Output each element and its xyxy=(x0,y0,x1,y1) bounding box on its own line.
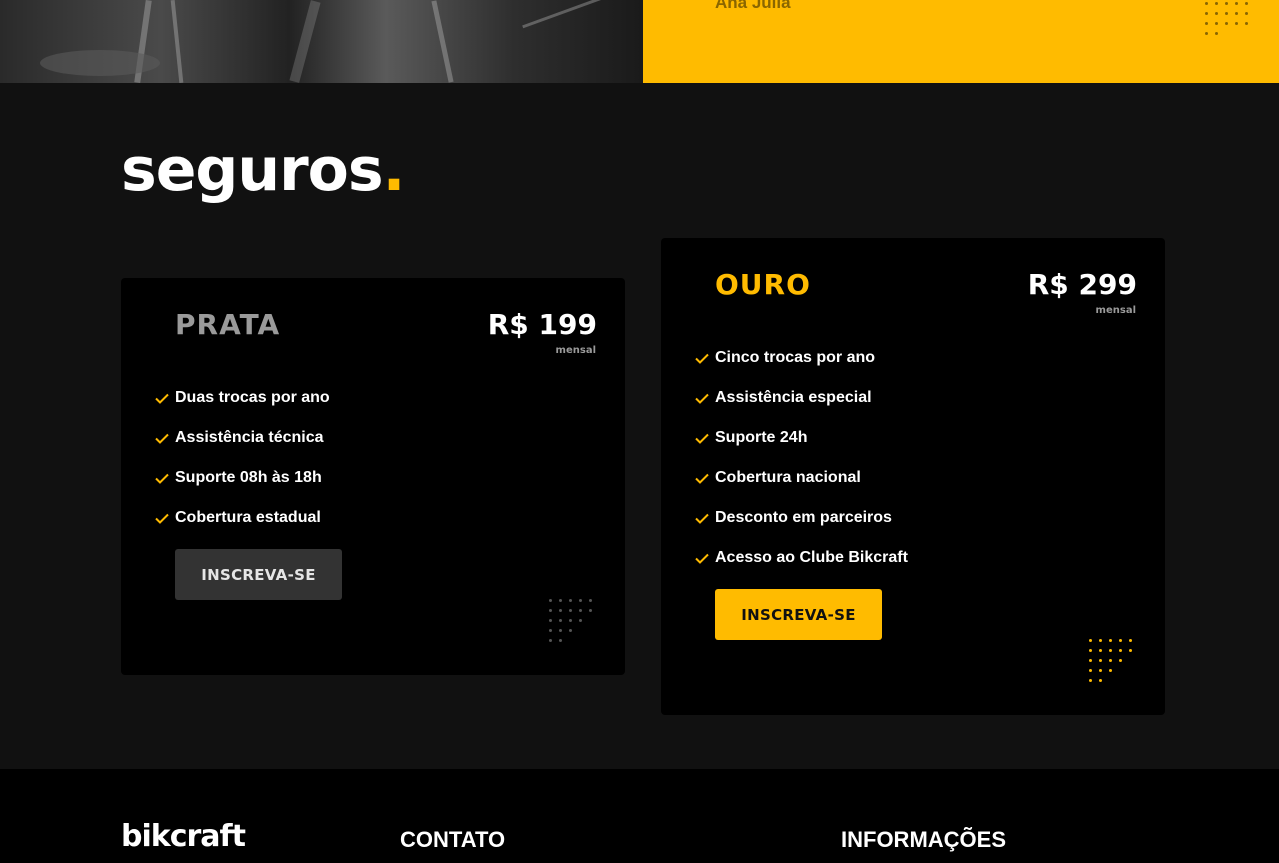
dots-pattern-icon xyxy=(549,599,592,642)
feature-item: Cinco trocas por ano xyxy=(695,338,908,378)
dots-pattern-icon xyxy=(1089,639,1132,682)
footer-contact-heading: CONTATO xyxy=(400,827,506,852)
section-title-text: seguros xyxy=(121,135,384,205)
subscribe-button-prata[interactable]: INSCREVA-SE xyxy=(175,549,342,600)
check-icon xyxy=(155,513,175,524)
feature-item: Duas trocas por ano xyxy=(155,378,330,418)
feature-text: Desconto em parceiros xyxy=(715,509,892,526)
feature-text: Acesso ao Clube Bikcraft xyxy=(715,549,908,566)
feature-item: Suporte 08h às 18h xyxy=(155,458,330,498)
plan-name: OURO xyxy=(715,268,811,301)
check-icon xyxy=(695,353,715,364)
feature-item: Desconto em parceiros xyxy=(695,498,908,538)
feature-list: Duas trocas por ano Assistência técnica … xyxy=(155,378,330,538)
footer-logo[interactable]: bikcraft xyxy=(121,817,246,857)
section-title-dot: . xyxy=(382,135,406,205)
feature-text: Assistência especial xyxy=(715,389,872,406)
feature-list: Cinco trocas por ano Assistência especia… xyxy=(695,338,908,578)
feature-item: Assistência especial xyxy=(695,378,908,418)
feature-item: Cobertura nacional xyxy=(695,458,908,498)
testimonial-panel: Ana Júlia xyxy=(643,0,1279,83)
plan-price: R$ 199 xyxy=(487,308,597,341)
feature-text: Suporte 08h às 18h xyxy=(175,469,322,486)
feature-text: Duas trocas por ano xyxy=(175,389,330,406)
feature-text: Cobertura estadual xyxy=(175,509,321,526)
footer: bikcraft CONTATO INFORMAÇÕES xyxy=(0,769,1279,863)
testimonial-author: Ana Júlia xyxy=(715,0,791,12)
check-icon xyxy=(155,473,175,484)
feature-item: Assistência técnica xyxy=(155,418,330,458)
feature-text: Cobertura nacional xyxy=(715,469,861,486)
plan-period: mensal xyxy=(555,345,596,356)
check-icon xyxy=(695,393,715,404)
plan-card-ouro: OURO R$ 299 mensal Cinco trocas por ano … xyxy=(661,238,1165,715)
bike-photo xyxy=(0,0,643,83)
dots-pattern-icon xyxy=(1205,0,1248,35)
check-icon xyxy=(695,433,715,444)
feature-text: Suporte 24h xyxy=(715,429,808,446)
check-icon xyxy=(155,433,175,444)
feature-item: Cobertura estadual xyxy=(155,498,330,538)
section-title: seguros. xyxy=(121,134,406,206)
subscribe-button-ouro[interactable]: INSCREVA-SE xyxy=(715,589,882,640)
plan-card-prata: PRATA R$ 199 mensal Duas trocas por ano … xyxy=(121,278,625,675)
feature-text: Cinco trocas por ano xyxy=(715,349,876,366)
check-icon xyxy=(695,513,715,524)
footer-info-heading: INFORMAÇÕES xyxy=(841,827,1006,852)
plan-price: R$ 299 xyxy=(1027,268,1137,301)
feature-text: Assistência técnica xyxy=(175,429,324,446)
check-icon xyxy=(695,473,715,484)
check-icon xyxy=(155,393,175,404)
feature-item: Acesso ao Clube Bikcraft xyxy=(695,538,908,578)
plan-name: PRATA xyxy=(175,308,281,341)
feature-item: Suporte 24h xyxy=(695,418,908,458)
testimonial-band: Ana Júlia xyxy=(0,0,1279,83)
check-icon xyxy=(695,553,715,564)
plan-period: mensal xyxy=(1095,305,1136,316)
